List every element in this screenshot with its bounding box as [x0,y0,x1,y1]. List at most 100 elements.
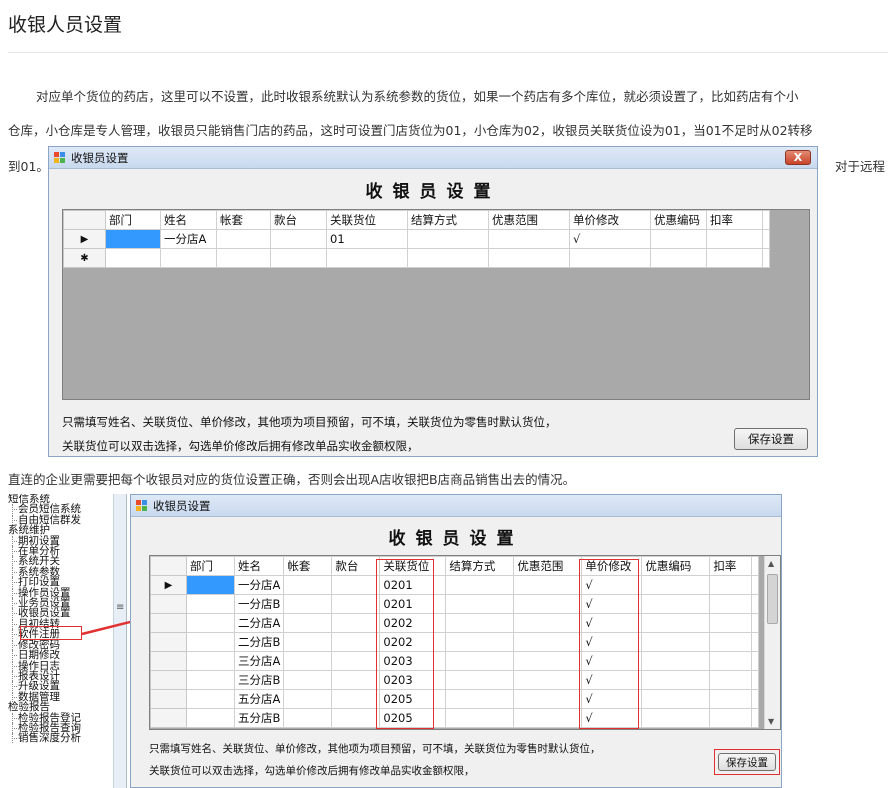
grid-cell[interactable] [326,248,408,268]
column-header[interactable]: 部门 [186,556,235,576]
grid-cell[interactable] [445,575,515,595]
grid-cell[interactable] [513,594,583,614]
table-row[interactable]: 五分店A 0205 √ [150,689,760,709]
scrollbar-thumb[interactable] [767,574,778,624]
grid-cell[interactable] [216,229,271,249]
grid-cell[interactable] [331,594,381,614]
row-header-marker[interactable] [150,651,187,671]
grid-cell[interactable] [709,575,753,595]
grid-cell[interactable] [186,594,235,614]
grid-cell[interactable] [283,689,333,709]
row-header-marker[interactable] [150,632,187,652]
tree-item[interactable]: 自由短信群发 [8,514,112,525]
grid-cell[interactable] [445,594,515,614]
grid-cell[interactable] [445,689,515,709]
grid-cell[interactable] [641,613,711,633]
grid-cell[interactable]: 五分店A [233,689,285,709]
grid-cell[interactable] [709,651,753,671]
grid-cell[interactable]: 五分店B [233,708,285,728]
grid-cell[interactable] [641,651,711,671]
grid-cell[interactable] [445,651,515,671]
grid-cell[interactable] [513,651,583,671]
cashier-data-grid[interactable]: 部门 姓名 帐套 款台 关联货位 结算方式 优惠范围 单价修改 优惠编码 扣率 ▶ 一分店A 01 √ ✱ [62,209,810,400]
grid-cell[interactable] [331,575,381,595]
grid-cell[interactable] [641,670,711,690]
grid-cell[interactable]: 三分店B [233,670,285,690]
row-header-marker[interactable]: ▶ [150,575,187,595]
grid-cell[interactable] [650,229,707,249]
column-header[interactable]: 结算方式 [407,210,489,230]
table-row[interactable]: ✱ [63,248,770,268]
grid-cell[interactable] [641,594,711,614]
grid-cell[interactable] [706,229,763,249]
grid-cell[interactable] [445,632,515,652]
grid-cell[interactable] [283,651,333,671]
grid-cell[interactable] [331,632,381,652]
grid-cell[interactable]: 一分店A [233,575,285,595]
grid-cell[interactable] [283,670,333,690]
grid-cell[interactable] [331,708,381,728]
grid-cell[interactable]: 二分店A [233,613,285,633]
column-header[interactable]: 结算方式 [445,556,515,576]
column-header[interactable]: 优惠编码 [641,556,711,576]
grid-cell[interactable] [331,689,381,709]
row-header-marker[interactable] [150,594,187,614]
column-header[interactable]: 优惠范围 [488,210,570,230]
grid-cell[interactable]: 01 [326,229,408,249]
grid-cell[interactable] [186,689,235,709]
close-button[interactable]: X [785,150,811,165]
grid-cell[interactable] [709,708,753,728]
column-header[interactable]: 帐套 [216,210,271,230]
table-row[interactable]: 五分店B 0205 √ [150,708,760,728]
grid-cell[interactable] [331,670,381,690]
cashier-data-grid[interactable]: 部门 姓名 帐套 款台 关联货位 结算方式 优惠范围 单价修改 优惠编码 扣率 ▶ 一分店A 0201 √… [149,555,781,730]
column-header[interactable]: 优惠编码 [650,210,707,230]
table-row[interactable]: 一分店B 0201 √ [150,594,760,614]
row-header-marker[interactable]: ▶ [63,229,106,249]
grid-cell[interactable] [445,708,515,728]
grid-cell[interactable] [445,613,515,633]
grid-cell[interactable] [283,594,333,614]
grid-cell[interactable] [105,248,161,268]
grid-cell[interactable] [445,670,515,690]
save-settings-button[interactable]: 保存设置 [718,753,776,771]
grid-cell[interactable] [709,670,753,690]
column-header[interactable]: 姓名 [233,556,285,576]
grid-cell[interactable] [283,613,333,633]
grid-cell[interactable] [706,248,763,268]
grid-cell[interactable] [513,689,583,709]
table-row[interactable]: 三分店A 0203 √ [150,651,760,671]
column-header[interactable]: 关联货位 [326,210,408,230]
save-settings-button[interactable]: 保存设置 [734,428,808,450]
grid-cell[interactable]: 一分店A [160,229,217,249]
scroll-up-icon[interactable]: ▲ [768,559,774,568]
grid-cell[interactable] [641,575,711,595]
row-header-marker[interactable] [150,708,187,728]
grid-cell[interactable] [709,594,753,614]
tree-item[interactable]: 数据管理 [8,691,112,702]
tree-group-label[interactable]: 检验报告 [8,702,112,713]
grid-cell[interactable] [331,613,381,633]
grid-cell[interactable] [709,632,753,652]
column-header[interactable]: 优惠范围 [513,556,583,576]
grid-vertical-scrollbar[interactable]: ▲ ▼ [764,556,780,729]
grid-cell[interactable] [186,632,235,652]
column-header[interactable]: 扣率 [706,210,763,230]
grid-cell[interactable] [650,248,707,268]
column-header[interactable]: 部门 [105,210,161,230]
column-header[interactable]: 单价修改 [569,210,651,230]
row-header-marker[interactable]: ✱ [63,248,106,268]
grid-cell[interactable] [709,613,753,633]
tree-item[interactable]: 日期修改 [8,650,112,661]
grid-cell[interactable] [513,708,583,728]
grid-cell[interactable] [641,689,711,709]
grid-cell[interactable] [488,229,570,249]
grid-cell[interactable] [160,248,217,268]
grid-cell[interactable] [331,651,381,671]
grid-cell[interactable] [709,689,753,709]
grid-cell[interactable] [641,632,711,652]
column-header[interactable]: 款台 [331,556,381,576]
panel-splitter[interactable]: ≡ [113,494,127,788]
grid-cell[interactable] [407,248,489,268]
scroll-down-icon[interactable]: ▼ [768,717,774,726]
